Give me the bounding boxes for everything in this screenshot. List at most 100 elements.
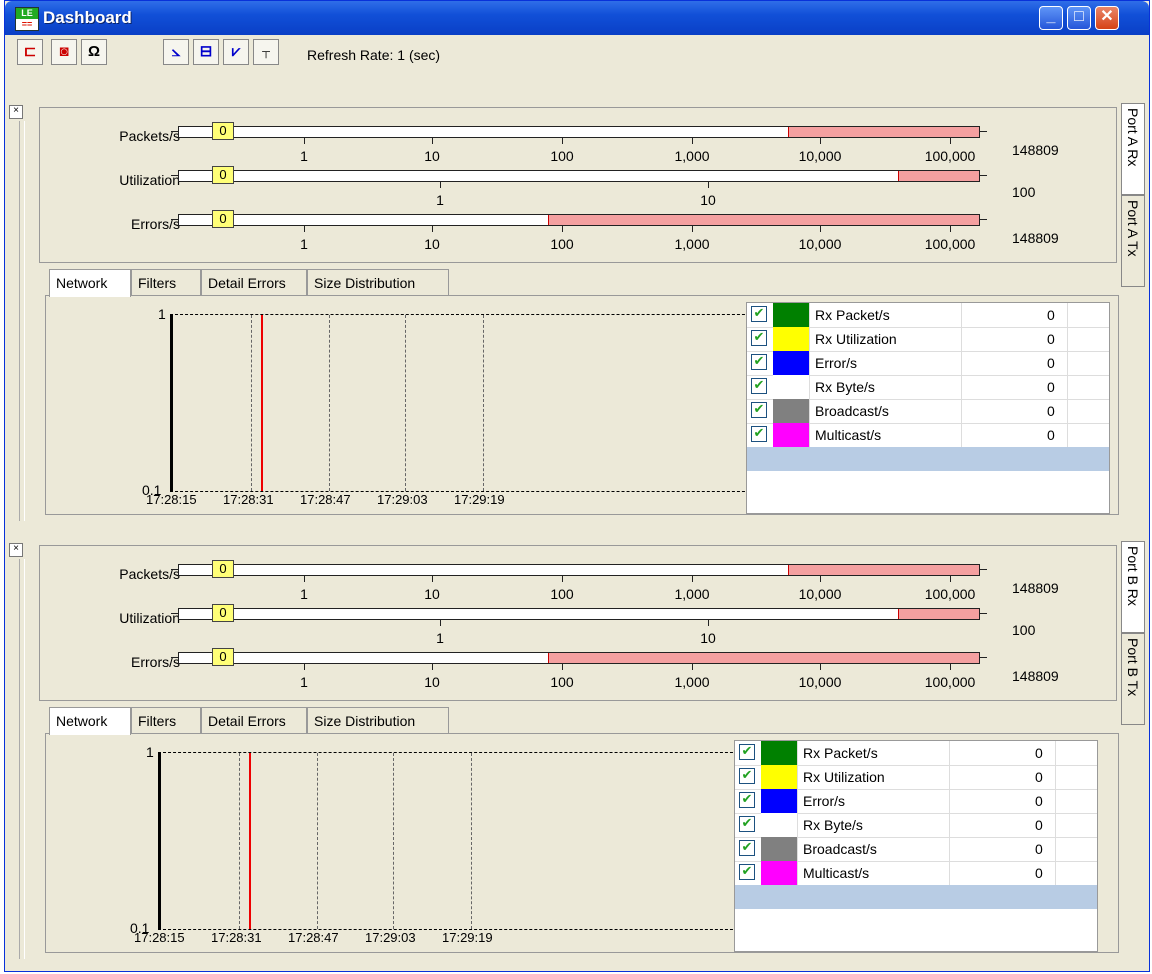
series-checkbox[interactable]: ✔ [739,816,755,832]
series-checkbox[interactable]: ✔ [739,768,755,784]
meter-max: 100 [1012,184,1036,200]
chart-settings-icon[interactable]: ⩗ [223,39,249,65]
maximize-button[interactable]: □ [1067,6,1091,30]
plot-gridline [251,315,252,491]
side-tab-rx[interactable]: Port B Rx [1121,541,1145,633]
meter-row: Packets/s 0 1 10 100 1,000 10,000 100,000 148809 [40,118,1080,164]
meter-alarm-zone [898,609,979,619]
meter-tick-label: 1 [300,674,308,690]
meter-bar-start [171,657,179,658]
meter-tick-label: 1 [300,236,308,252]
meter-tick [304,576,305,582]
meter-value: 0 [212,560,234,578]
series-color-swatch[interactable] [761,765,798,789]
tab-filters[interactable]: Filters [131,269,201,295]
meter-alarm-zone [548,215,979,225]
series-color-swatch[interactable] [773,303,810,327]
plot-x-label: 17:29:03 [365,930,416,945]
record-icon[interactable]: ◙ [51,39,77,65]
series-checkbox[interactable]: ✔ [751,426,767,442]
legend-row[interactable]: ✔ Rx Byte/s 0 [735,813,1097,838]
legend-separator [1055,861,1056,885]
meter-tick [440,620,441,626]
meter-tick [440,182,441,188]
title-bar[interactable]: LE == Dashboard _ □ ✕ [5,1,1149,35]
panel-splitter[interactable] [19,121,25,521]
plot-cursor-line[interactable] [249,753,251,929]
legend-row[interactable]: ✔ Multicast/s 0 [747,423,1109,448]
legend-row[interactable]: ✔ Broadcast/s 0 [735,837,1097,862]
legend-row[interactable]: ✔ Error/s 0 [735,789,1097,814]
series-checkbox[interactable]: ✔ [751,402,767,418]
legend-row[interactable]: ✔ Broadcast/s 0 [747,399,1109,424]
close-button[interactable]: ✕ [1095,6,1119,30]
series-name: Multicast/s [815,427,882,443]
series-checkbox[interactable]: ✔ [751,330,767,346]
series-color-swatch[interactable] [773,399,810,423]
plot-gridline [405,315,406,491]
connect-icon[interactable]: ⊏ [17,39,43,65]
series-color-swatch[interactable] [761,789,798,813]
series-value: 0 [1047,427,1055,443]
tab-size-distribution[interactable]: Size Distribution [307,269,449,295]
plot-x-label: 17:28:15 [146,492,197,507]
line-chart-icon[interactable]: ⦣ [163,39,189,65]
tab-detail-errors[interactable]: Detail Errors [201,269,307,295]
meter-tick-label: 1,000 [674,674,710,690]
series-checkbox[interactable]: ✔ [751,378,767,394]
series-color-swatch[interactable] [761,837,798,861]
series-checkbox[interactable]: ✔ [739,792,755,808]
legend-separator [1067,351,1068,375]
legend-separator [961,351,962,375]
series-color-swatch[interactable] [761,813,798,837]
legend-row[interactable]: ✔ Rx Packet/s 0 [747,303,1109,328]
series-color-swatch[interactable] [773,423,810,447]
legend-row[interactable]: ✔ Rx Byte/s 0 [747,375,1109,400]
tab-network[interactable]: Network [49,707,131,735]
legend-separator [949,837,950,861]
side-tab-tx[interactable]: Port A Tx [1121,195,1145,287]
series-checkbox[interactable]: ✔ [751,354,767,370]
side-tab-rx[interactable]: Port A Rx [1121,103,1145,195]
refresh-rate-icon[interactable]: ┬ [253,39,279,65]
legend-separator [949,741,950,765]
plot-cursor-line[interactable] [261,315,263,491]
legend-row[interactable]: ✔ Multicast/s 0 [735,861,1097,886]
tab-size-distribution[interactable]: Size Distribution [307,707,449,733]
panel-close-icon[interactable]: × [9,105,23,119]
panel-close-icon[interactable]: × [9,543,23,557]
meter-tick-label: 100 [550,236,574,252]
series-checkbox[interactable]: ✔ [739,864,755,880]
minimize-button[interactable]: _ [1039,6,1063,30]
legend-row[interactable]: ✔ Error/s 0 [747,351,1109,376]
series-color-swatch[interactable] [773,375,810,399]
series-color-swatch[interactable] [773,351,810,375]
side-tab-tx[interactable]: Port B Tx [1121,633,1145,725]
split-view-icon[interactable]: ⊟ [193,39,219,65]
meter-bar-start [171,569,179,570]
series-name: Rx Utilization [803,769,885,785]
tab-detail-errors[interactable]: Detail Errors [201,707,307,733]
legend-row[interactable]: ✔ Rx Packet/s 0 [735,741,1097,766]
series-name: Rx Packet/s [815,307,890,323]
plot-x-label: 17:28:15 [134,930,185,945]
tab-network[interactable]: Network [49,269,131,297]
series-checkbox[interactable]: ✔ [751,306,767,322]
series-color-swatch[interactable] [761,741,798,765]
legend-selected-row[interactable] [747,447,1109,471]
meter-tick [950,226,951,232]
tab-filters[interactable]: Filters [131,707,201,733]
series-value: 0 [1047,331,1055,347]
legend-selected-row[interactable] [735,885,1097,909]
meter-bar-end [979,613,987,614]
meter-tick [562,138,563,144]
series-color-swatch[interactable] [773,327,810,351]
series-checkbox[interactable]: ✔ [739,840,755,856]
dashboard-window: LE == Dashboard _ □ ✕ ⊏ ◙ Ω ⦣ ⊟ ⩗ ┬ Refre… [4,0,1150,972]
series-checkbox[interactable]: ✔ [739,744,755,760]
series-color-swatch[interactable] [761,861,798,885]
legend-row[interactable]: ✔ Rx Utilization 0 [747,327,1109,352]
reset-icon[interactable]: Ω [81,39,107,65]
panel-splitter[interactable] [19,559,25,959]
legend-row[interactable]: ✔ Rx Utilization 0 [735,765,1097,790]
